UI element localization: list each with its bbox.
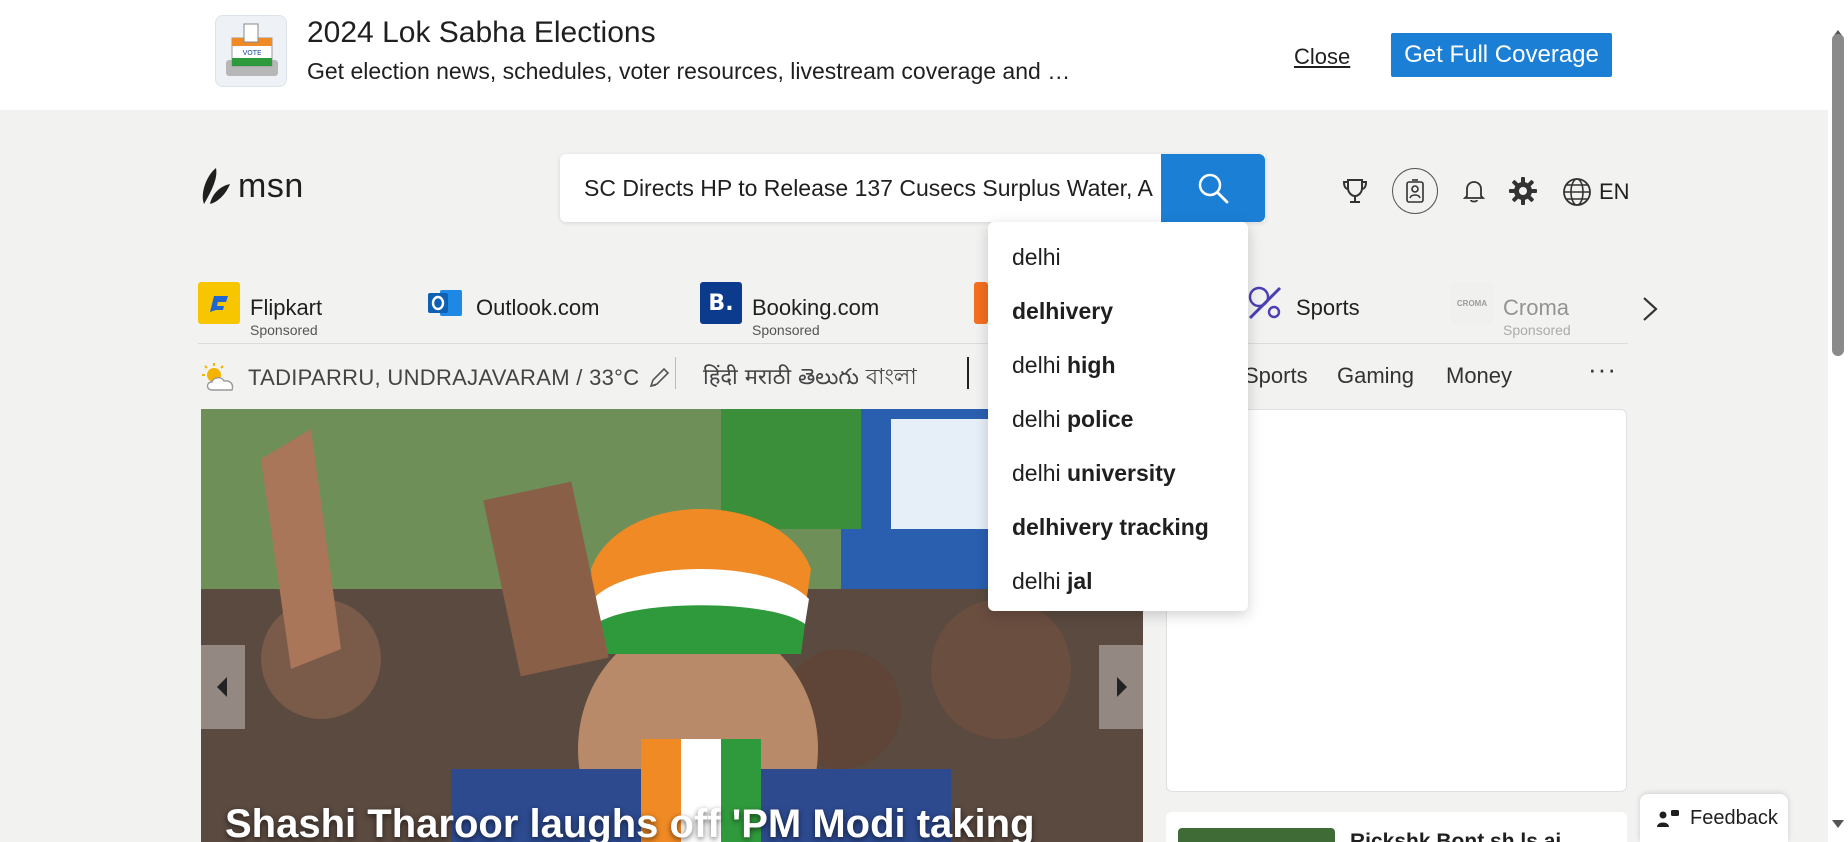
feedback-icon xyxy=(1657,810,1679,827)
weather-widget[interactable]: TADIPARRU, UNDRAJAVARAM / 33°C xyxy=(200,362,671,394)
vote-caption: VOTE xyxy=(243,49,262,57)
flipkart-icon xyxy=(198,282,240,324)
trophy-icon[interactable] xyxy=(1340,176,1370,206)
sponsored-label: Sponsored xyxy=(752,322,820,338)
suggestion-item[interactable]: delhi university xyxy=(988,446,1248,500)
quicklink-booking[interactable]: B. Booking.com Sponsored xyxy=(700,282,879,338)
suggestion-item[interactable]: delhivery tracking xyxy=(988,500,1248,554)
outlook-icon xyxy=(424,282,466,324)
election-banner: VOTE 2024 Lok Sabha Elections Get electi… xyxy=(0,0,1828,110)
msn-logo[interactable]: msn xyxy=(198,164,304,208)
quicklink-flipkart[interactable]: Flipkart Sponsored xyxy=(198,282,322,338)
rewards-badge-button[interactable] xyxy=(1392,168,1438,214)
quicklink-outlook[interactable]: Outlook.com xyxy=(424,282,600,324)
news-thumbnail xyxy=(1178,828,1335,842)
page-scrollbar[interactable] xyxy=(1828,0,1848,842)
sponsored-label: Sponsored xyxy=(1503,322,1571,338)
nav-divider xyxy=(967,357,969,389)
sports-icon xyxy=(1244,282,1286,324)
quicklinks-next-chevron-icon[interactable] xyxy=(1640,294,1660,332)
notifications-bell-icon[interactable] xyxy=(1462,178,1486,204)
news-card[interactable]: Rickshk Bont sh ls ai xyxy=(1166,812,1627,842)
search-input[interactable] xyxy=(560,154,1160,222)
quicklink-label: Outlook.com xyxy=(476,295,600,320)
banner-title: 2024 Lok Sabha Elections xyxy=(307,16,656,49)
quicklink-label: Croma xyxy=(1503,295,1570,320)
search-icon xyxy=(1198,173,1229,204)
scroll-thumb[interactable] xyxy=(1832,34,1844,356)
edit-pencil-icon[interactable] xyxy=(647,366,671,390)
language-label: EN xyxy=(1599,179,1630,204)
quicklink-label: Booking.com xyxy=(752,295,880,320)
hero-prev-button[interactable] xyxy=(201,645,245,729)
suggestion-item[interactable]: delhi high xyxy=(988,338,1248,392)
language-selector[interactable]: EN xyxy=(1561,176,1630,208)
news-headline: Rickshk Bont sh ls ai xyxy=(1350,830,1562,842)
scroll-down-arrow-icon[interactable] xyxy=(1832,820,1844,828)
quicklink-label: Sports xyxy=(1296,295,1360,320)
banner-subtitle: Get election news, schedules, voter reso… xyxy=(307,58,1071,84)
booking-icon: B. xyxy=(700,282,742,324)
nav-sports[interactable]: Sports xyxy=(1244,363,1308,389)
search-button[interactable] xyxy=(1161,154,1265,222)
partly-sunny-icon xyxy=(202,363,234,391)
nav-gaming[interactable]: Gaming xyxy=(1337,363,1414,389)
feedback-button[interactable]: Feedback xyxy=(1640,794,1788,842)
hero-next-button[interactable] xyxy=(1099,645,1143,729)
quicklink-croma[interactable]: CROMA Croma Sponsored xyxy=(1451,282,1571,338)
msn-butterfly-icon xyxy=(202,168,230,204)
suggestion-item[interactable]: delhi xyxy=(988,230,1248,284)
globe-icon xyxy=(1563,178,1591,206)
ballot-box-icon: VOTE xyxy=(215,15,287,87)
croma-icon: CROMA xyxy=(1451,282,1493,324)
app-icon xyxy=(974,282,988,324)
quicklink-sports[interactable]: Sports xyxy=(1244,282,1360,324)
nav-money[interactable]: Money xyxy=(1446,363,1512,389)
suggestion-item[interactable]: delhi police xyxy=(988,392,1248,446)
quick-links-bar: Flipkart Sponsored Outlook.com B. Bookin… xyxy=(198,282,1628,344)
sponsored-label: Sponsored xyxy=(250,322,318,338)
suggestion-item[interactable]: delhivery xyxy=(988,284,1248,338)
feedback-label: Feedback xyxy=(1690,806,1778,829)
nav-divider xyxy=(675,357,676,389)
indian-languages-links[interactable]: हिंदी मराठी తెలుగు বাংলা xyxy=(703,360,917,397)
quicklink-partial[interactable] xyxy=(974,282,988,324)
chevron-left-icon xyxy=(217,677,227,697)
search-box[interactable] xyxy=(560,154,1265,222)
hero-headline[interactable]: Shashi Tharoor laughs off 'PM Modi takin… xyxy=(225,802,1035,842)
search-suggestions-dropdown: delhi delhivery delhi high delhi police … xyxy=(988,222,1248,611)
settings-gear-icon[interactable] xyxy=(1508,176,1538,206)
msn-logo-text: msn xyxy=(238,166,304,205)
banner-close-link[interactable]: Close xyxy=(1294,44,1350,70)
get-full-coverage-button[interactable]: Get Full Coverage xyxy=(1391,33,1612,77)
more-options-icon[interactable]: ··· xyxy=(1588,354,1617,385)
badge-icon xyxy=(1406,179,1424,203)
chevron-right-icon xyxy=(1117,677,1127,697)
suggestion-item[interactable]: delhi jal xyxy=(988,554,1248,608)
quicklink-label: Flipkart xyxy=(250,295,323,320)
weather-location-temp: TADIPARRU, UNDRAJAVARAM / 33°C xyxy=(248,365,640,390)
